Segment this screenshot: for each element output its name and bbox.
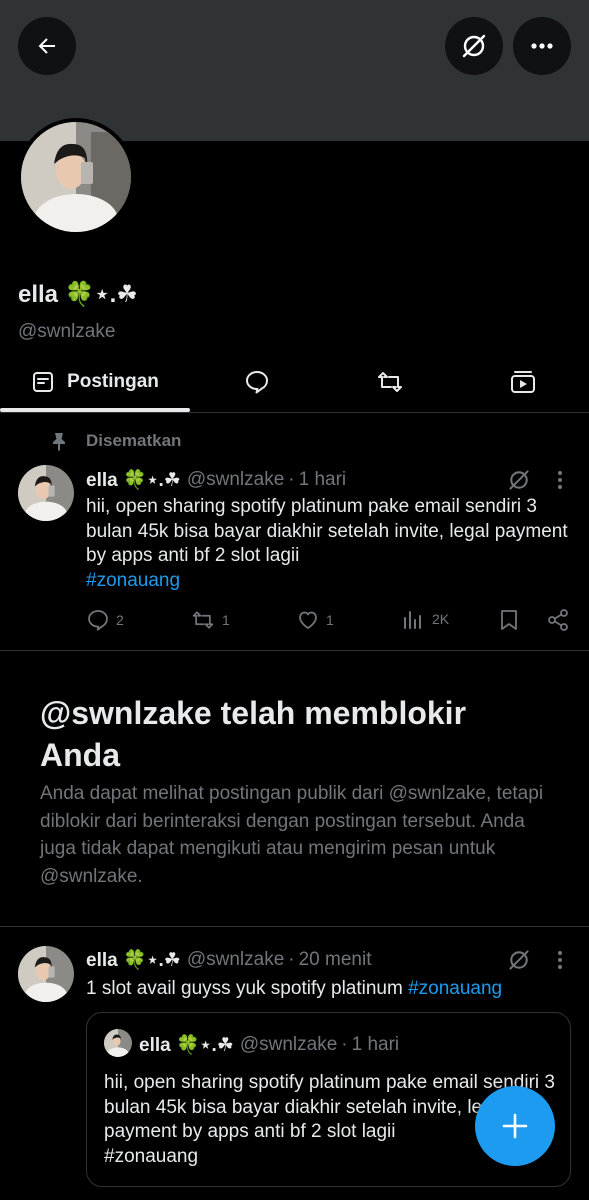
quoted-header: ella 🍀⋆.☘︎ @swnlzake · 1 hari (139, 1033, 399, 1057)
quoted-hashtag: #zonauang (104, 1145, 199, 1167)
repost-icon (377, 372, 402, 392)
back-button[interactable] (18, 17, 76, 75)
profile-tabs: Postingan (0, 352, 589, 413)
repost-button[interactable]: 1 (190, 608, 230, 632)
post-author-name[interactable]: ella 🍀⋆.☘︎ (86, 468, 181, 492)
post-author-handle[interactable]: @swnlzake (187, 469, 284, 491)
post-header: ella 🍀⋆.☘︎ @swnlzake · 1 hari (86, 468, 346, 492)
more-options-button[interactable] (513, 17, 571, 75)
more-horizontal-icon (531, 43, 553, 49)
reply-count: 2 (116, 612, 124, 628)
blocked-title: @swnlzake telah memblokir Anda (40, 695, 467, 773)
section-divider (0, 926, 589, 927)
separator-dot: · (288, 469, 295, 490)
bookmark-button[interactable] (498, 608, 520, 632)
heart-icon (299, 611, 317, 629)
post-divider (0, 650, 589, 651)
arrow-left-icon (38, 38, 55, 54)
post-author-name[interactable]: ella 🍀⋆.☘︎ (86, 948, 181, 972)
grok-button[interactable] (445, 17, 503, 75)
compose-post-button[interactable] (475, 1086, 555, 1166)
tab-replies[interactable] (190, 352, 323, 412)
more-vertical-icon (558, 471, 562, 489)
quoted-author-handle: @swnlzake (239, 1034, 338, 1055)
pin-icon (53, 433, 65, 451)
post-grok-button[interactable] (505, 946, 533, 974)
post-avatar[interactable] (18, 465, 74, 521)
profile-avatar[interactable] (17, 118, 135, 236)
posts-icon (33, 372, 54, 392)
tab-posts[interactable]: Postingan (0, 352, 190, 412)
profile-display-name: ella 🍀⋆.☘︎ (18, 281, 138, 308)
bookmark-icon (501, 610, 517, 630)
tab-media[interactable] (456, 352, 589, 412)
share-button[interactable] (546, 608, 570, 632)
views-button[interactable]: 2K (402, 608, 449, 630)
quoted-time: 1 hari (351, 1034, 400, 1055)
blocked-description: Anda dapat melihat postingan publik dari… (40, 783, 544, 887)
grok-icon (509, 470, 529, 490)
hashtag-link[interactable]: #zonauang (86, 570, 180, 591)
separator-dot: · (288, 949, 295, 970)
hashtag-link[interactable]: #zonauang (408, 978, 502, 999)
media-icon (510, 371, 535, 393)
post-header: ella 🍀⋆.☘︎ @swnlzake · 20 menit (86, 948, 371, 972)
avatar-photo (21, 122, 131, 232)
post-time[interactable]: 20 menit (299, 949, 372, 971)
plus-icon (502, 1113, 528, 1139)
post-more-button[interactable] (550, 466, 570, 494)
post-text: hii, open sharing spotify platinum pake … (86, 495, 571, 593)
post-more-button[interactable] (550, 946, 570, 974)
repost-icon (192, 611, 214, 629)
post-time[interactable]: 1 hari (299, 469, 347, 491)
post-text-content: 1 slot avail guyss yuk spotify platinum (86, 978, 403, 999)
separator-dot: · (341, 1034, 348, 1055)
quoted-author-name: ella 🍀⋆.☘︎ (139, 1035, 234, 1056)
tab-reposts[interactable] (323, 352, 456, 412)
views-count: 2K (432, 611, 450, 627)
more-vertical-icon (558, 951, 562, 969)
share-icon (548, 609, 568, 631)
post-author-handle[interactable]: @swnlzake (187, 949, 284, 971)
active-tab-indicator (0, 408, 190, 412)
post-avatar[interactable] (18, 946, 74, 1002)
post-grok-button[interactable] (505, 466, 533, 494)
like-button[interactable]: 1 (296, 608, 334, 632)
repost-count: 1 (222, 612, 230, 628)
tab-posts-label: Postingan (67, 371, 159, 392)
quoted-avatar (104, 1029, 132, 1057)
pinned-text: Disematkan (86, 431, 182, 450)
grok-icon (462, 34, 486, 58)
pinned-label: Disematkan (48, 430, 181, 452)
post-text-content: hii, open sharing spotify platinum pake … (86, 496, 568, 566)
post-text: 1 slot avail guyss yuk spotify platinum … (86, 977, 571, 1002)
views-chart-icon (404, 611, 421, 629)
reply-button[interactable]: 2 (86, 608, 124, 632)
reply-icon (88, 610, 108, 631)
profile-handle: @swnlzake (18, 321, 116, 342)
post-actions: 2 1 1 2K (86, 608, 571, 638)
like-count: 1 (326, 612, 334, 628)
grok-icon (509, 950, 529, 970)
replies-icon (245, 371, 268, 394)
